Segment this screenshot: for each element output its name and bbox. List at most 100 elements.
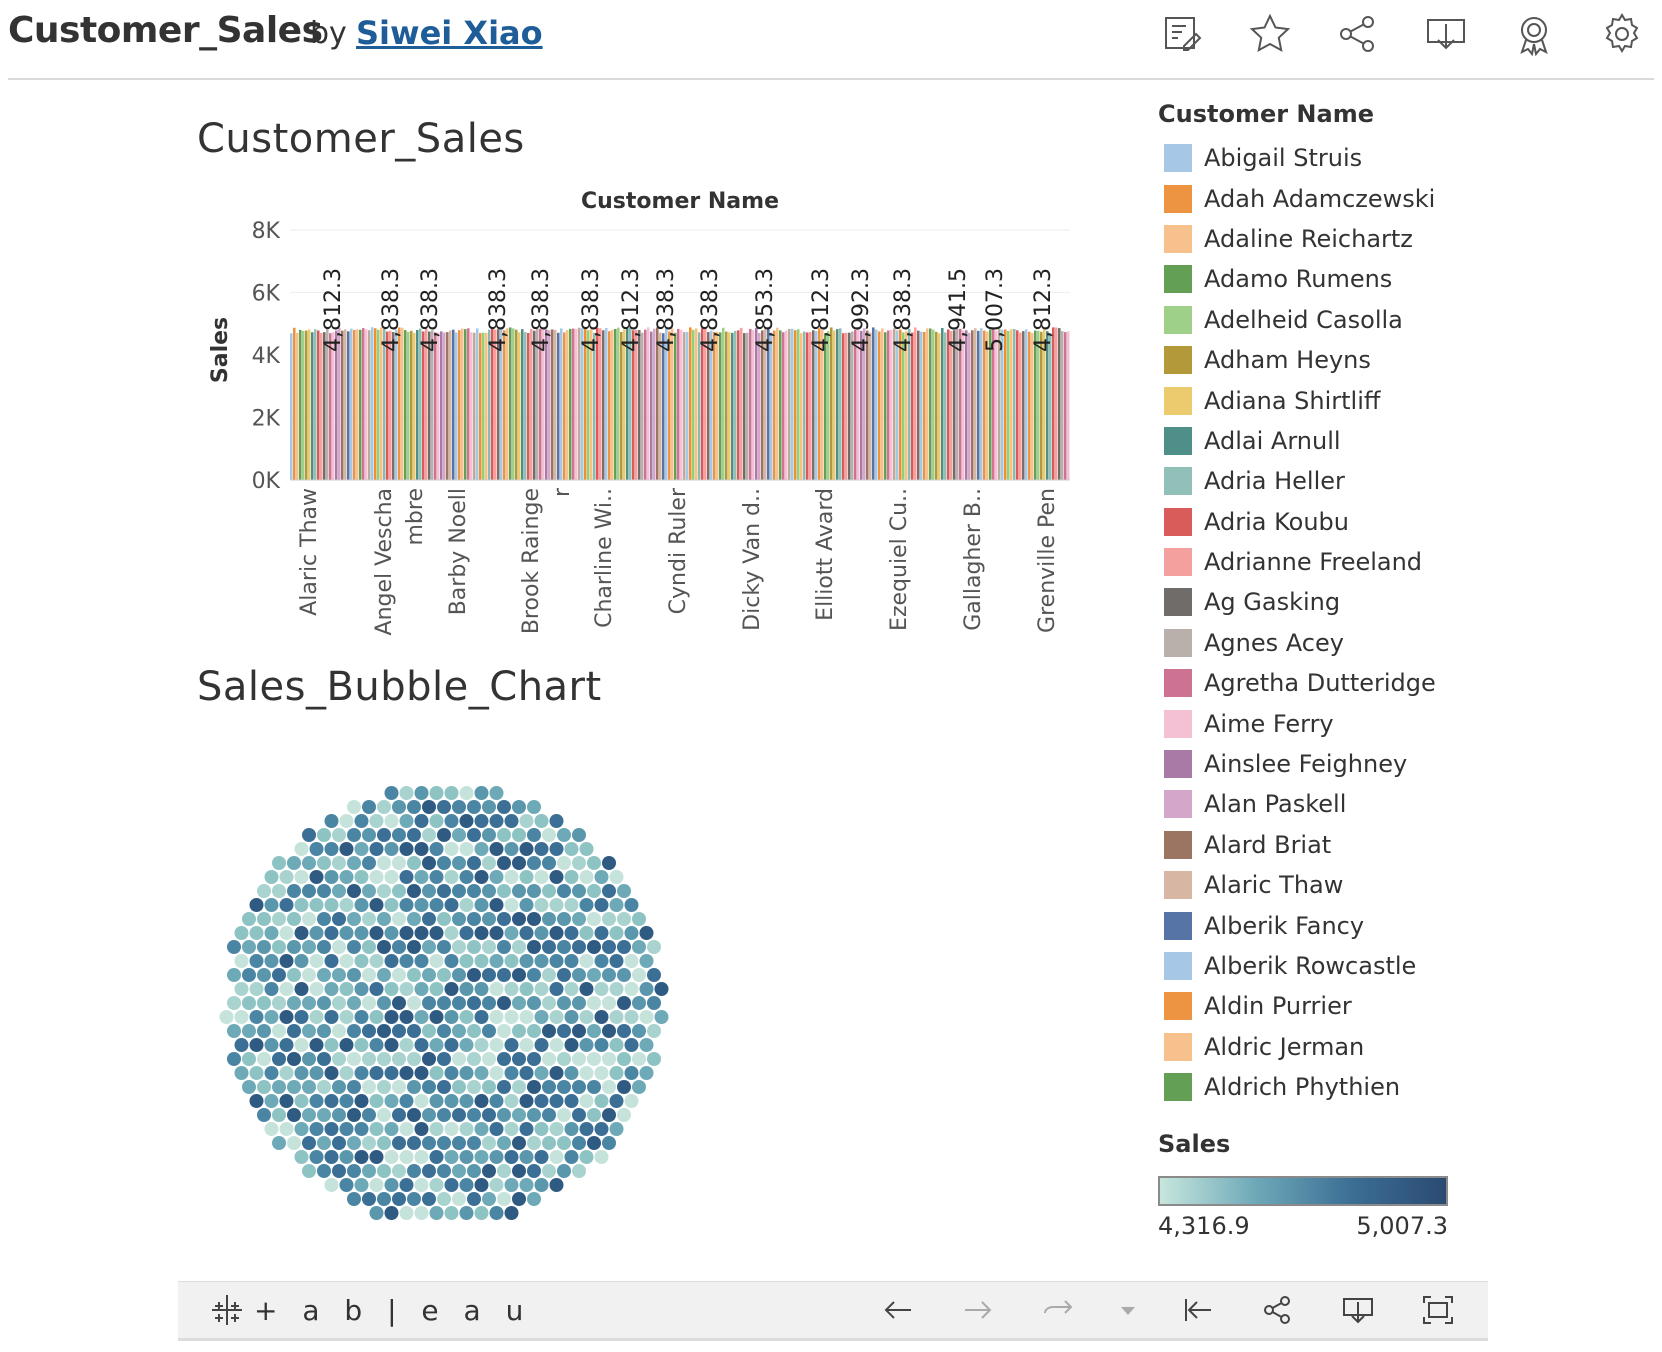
bubble[interactable] [257,884,271,898]
bubble[interactable] [474,842,489,856]
bubble[interactable] [377,884,391,898]
bubble[interactable] [444,1122,459,1136]
bubble[interactable] [572,912,586,926]
bubble[interactable] [534,1150,549,1164]
bubble[interactable] [354,1094,369,1108]
bubble[interactable] [534,1094,549,1108]
bubble[interactable] [399,926,414,940]
bubble[interactable] [557,884,571,898]
bubble[interactable] [609,898,624,912]
bubble[interactable] [474,1206,489,1220]
bubble[interactable] [332,1052,346,1066]
bubble[interactable] [339,954,354,968]
bubble[interactable] [272,1136,286,1150]
bubble[interactable] [347,1164,361,1178]
bubble[interactable] [467,856,481,870]
bubble[interactable] [234,926,249,940]
bubble[interactable] [362,1164,376,1178]
bubble[interactable] [639,954,654,968]
bubble[interactable] [287,940,301,954]
bubble[interactable] [489,1094,504,1108]
bubble[interactable] [369,954,384,968]
bubble[interactable] [287,1108,301,1122]
bubble[interactable] [272,968,286,982]
bubble[interactable] [497,1164,511,1178]
bubble[interactable] [414,814,429,828]
bubble[interactable] [399,786,414,800]
bubble[interactable] [257,1080,271,1094]
bubble[interactable] [437,912,451,926]
legend-item[interactable]: Aldin Purrier [1158,986,1638,1026]
bubble[interactable] [587,856,601,870]
bubble[interactable] [632,968,646,982]
bubble[interactable] [504,1206,519,1220]
bubble[interactable] [512,968,526,982]
bubble[interactable] [317,1080,331,1094]
bubble[interactable] [482,940,496,954]
bubble[interactable] [399,1010,414,1024]
bubble[interactable] [422,1164,436,1178]
bubble[interactable] [369,1178,384,1192]
bubble[interactable] [474,926,489,940]
bubble[interactable] [384,1122,399,1136]
bubble[interactable] [452,940,466,954]
bubble[interactable] [317,968,331,982]
bubble[interactable] [302,1052,316,1066]
bubble[interactable] [302,1164,316,1178]
bubble[interactable] [504,982,519,996]
bubble[interactable] [594,954,609,968]
bubble[interactable] [474,1038,489,1052]
bubble[interactable] [609,982,624,996]
bubble[interactable] [264,898,279,912]
bubble[interactable] [497,884,511,898]
bubble[interactable] [564,982,579,996]
bubble[interactable] [497,1136,511,1150]
bubble[interactable] [474,1122,489,1136]
bubble[interactable] [369,898,384,912]
bubble[interactable] [347,856,361,870]
bubble[interactable] [557,1108,571,1122]
bubble[interactable] [444,870,459,884]
bubble[interactable] [489,842,504,856]
bubble[interactable] [482,1136,496,1150]
bubble[interactable] [309,1066,324,1080]
bubble[interactable] [302,1024,316,1038]
bubble[interactable] [497,1024,511,1038]
bubble[interactable] [497,912,511,926]
bubble[interactable] [309,954,324,968]
bubble[interactable] [317,884,331,898]
bubble[interactable] [572,1136,586,1150]
bubble[interactable] [384,982,399,996]
bubble[interactable] [647,968,661,982]
bubble[interactable] [369,1066,384,1080]
bubble[interactable] [512,856,526,870]
bubble[interactable] [602,884,616,898]
legend-item[interactable]: Alberik Fancy [1158,905,1638,945]
bubble[interactable] [279,1010,294,1024]
bubble[interactable] [369,1038,384,1052]
bubble[interactable] [512,1192,526,1206]
bubble[interactable] [482,800,496,814]
bubble[interactable] [257,912,271,926]
bubble[interactable] [392,940,406,954]
bubble[interactable] [339,1094,354,1108]
bubble[interactable] [279,1038,294,1052]
bubble[interactable] [512,940,526,954]
bubble[interactable] [482,1192,496,1206]
bubble[interactable] [407,1080,421,1094]
bubble[interactable] [437,1024,451,1038]
bubble[interactable] [242,1052,256,1066]
bubble[interactable] [587,1136,601,1150]
bubble[interactable] [362,968,376,982]
bubble[interactable] [609,870,624,884]
bubble[interactable] [302,1080,316,1094]
bubble[interactable] [287,968,301,982]
bubble[interactable] [549,814,564,828]
bubble[interactable] [572,1108,586,1122]
bubble[interactable] [377,940,391,954]
bubble[interactable] [587,968,601,982]
bubble[interactable] [384,898,399,912]
bubble[interactable] [242,940,256,954]
bubble[interactable] [519,814,534,828]
bubble[interactable] [572,940,586,954]
